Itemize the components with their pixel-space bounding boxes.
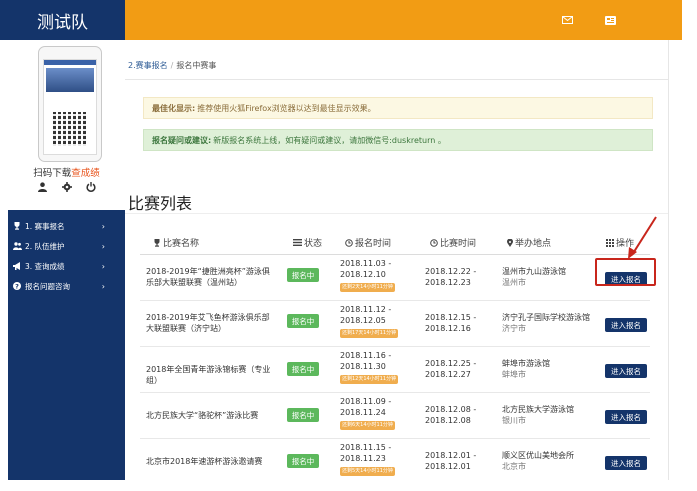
breadcrumb-event-registration[interactable]: 2.赛事报名	[128, 61, 168, 70]
gear-icon[interactable]	[61, 181, 73, 193]
chevron-right-icon: ›	[101, 242, 105, 251]
enter-registration-button[interactable]: 进入报名	[605, 456, 647, 470]
id-card-icon[interactable]	[590, 0, 630, 40]
competition-name: 2018年全国青年游泳锦标赛（专业组）	[146, 365, 271, 385]
users-icon	[12, 241, 22, 251]
registration-time: 2018.11.12 - 2018.12.05 还剩17天14小时11分钟	[340, 305, 399, 338]
main-content: 2.赛事报名 / 报名中赛事 最佳化显示: 推荐使用火狐Firefox浏览器以达到最佳…	[125, 40, 668, 480]
header-name: 比赛名称	[153, 236, 199, 249]
venue: 温州市九山游泳馆 温州市	[502, 267, 566, 287]
trophy-icon	[154, 238, 160, 247]
venue: 顺义区优山美地会所 北京市	[502, 451, 574, 471]
header-venue: 举办地点	[507, 236, 551, 249]
remaining-time-badge: 还剩12天14小时11分钟	[340, 375, 399, 384]
remaining-time-badge: 还剩2天14小时11分钟	[340, 283, 395, 292]
status-badge: 报名中	[287, 408, 319, 422]
svg-text:?: ?	[15, 282, 19, 290]
competition-name: 2018-2019年艾飞鱼杯游泳俱乐部大联盟联赛（济宁站）	[146, 313, 270, 333]
breadcrumb-current: 报名中赛事	[176, 61, 217, 70]
sidebar-item-event-registration[interactable]: 1. 赛事报名 ›	[8, 216, 125, 236]
status-badge: 报名中	[287, 362, 319, 376]
status-badge: 报名中	[287, 314, 319, 328]
trophy-icon	[12, 221, 22, 231]
sidebar: 扫码下载查成绩 1. 赛事报名 › 2. 队伍维护 › 3. 查询成绩 › ? …	[8, 40, 125, 480]
table-row: 北方民族大学“骆驼杯”游泳比赛 报名中 2018.11.09 - 2018.11…	[140, 393, 650, 439]
profile-actions	[8, 181, 125, 193]
registration-time: 2018.11.09 - 2018.11.24 还剩6天14小时11分钟	[340, 397, 395, 430]
bullhorn-icon	[12, 261, 22, 271]
table-row: 2018年全国青年游泳锦标赛（专业组） 报名中 2018.11.16 - 201…	[140, 347, 650, 393]
venue: 北方民族大学游泳馆 银川市	[502, 405, 574, 425]
chevron-right-icon: ›	[101, 282, 105, 291]
profile-panel: 扫码下载查成绩	[8, 40, 125, 210]
sidebar-item-team-maintenance[interactable]: 2. 队伍维护 ›	[8, 236, 125, 256]
scan-highlight-link[interactable]: 查成绩	[71, 168, 100, 179]
match-time: 2018.12.15 - 2018.12.16	[425, 313, 477, 333]
remaining-time-badge: 还剩17天14小时11分钟	[340, 329, 399, 338]
browser-tip-alert: 最佳化显示: 推荐使用火狐Firefox浏览器以达到最佳显示效果。	[143, 97, 653, 119]
table-row: 2018-2019年艾飞鱼杯游泳俱乐部大联盟联赛（济宁站） 报名中 2018.1…	[140, 301, 650, 347]
breadcrumb: 2.赛事报名 / 报名中赛事	[128, 61, 217, 70]
table-row: 2018-2019年“捷胜洲亮杯”游泳俱乐部大联盟联赛（温州站） 报名中 201…	[140, 255, 650, 301]
header-status: 状态	[293, 236, 322, 249]
user-icon[interactable]	[37, 181, 49, 193]
list-icon	[293, 239, 302, 246]
competition-name: 北方民族大学“骆驼杯”游泳比赛	[146, 411, 259, 420]
phone-mockup-image	[38, 46, 102, 162]
enter-registration-button[interactable]: 进入报名	[605, 318, 647, 332]
status-badge: 报名中	[287, 454, 319, 468]
status-badge: 报名中	[287, 268, 319, 282]
clock-icon	[430, 238, 438, 247]
venue: 济宁孔子国际学校游泳馆 济宁市	[502, 313, 590, 333]
match-time: 2018.12.08 - 2018.12.08	[425, 405, 477, 425]
chevron-right-icon: ›	[101, 262, 105, 271]
scan-download-text: 扫码下载查成绩	[33, 168, 100, 179]
clock-icon	[345, 238, 353, 247]
match-time: 2018.12.22 - 2018.12.23	[425, 267, 477, 287]
sidebar-item-query-results[interactable]: 3. 查询成绩 ›	[8, 256, 125, 276]
registration-time: 2018.11.03 - 2018.12.10 还剩2天14小时11分钟	[340, 259, 395, 292]
chevron-right-icon: ›	[101, 222, 105, 231]
header-match-time: 比赛时间	[430, 236, 476, 249]
envelope-icon[interactable]	[547, 0, 587, 40]
table-row: 北京市2018年速游杯游泳邀请赛 报名中 2018.11.15 - 2018.1…	[140, 439, 650, 485]
competition-name: 2018-2019年“捷胜洲亮杯”游泳俱乐部大联盟联赛（温州站）	[146, 267, 270, 287]
header-reg-time: 报名时间	[345, 236, 391, 249]
grid-icon	[606, 238, 614, 247]
enter-registration-button[interactable]: 进入报名	[605, 410, 647, 424]
feedback-info-alert: 报名疑问或建议: 新版报名系统上线，如有疑问或建议，请加微信号:duskretur…	[143, 129, 653, 151]
remaining-time-badge: 还剩5天14小时11分钟	[340, 467, 395, 476]
sidebar-item-registration-help[interactable]: ? 报名问题咨询 ›	[8, 276, 125, 296]
competition-table: 比赛名称 状态 报名时间 比赛时间 举办地点 操作 2018-2019年“捷胜洲…	[125, 213, 668, 480]
map-marker-icon	[507, 238, 513, 247]
match-time: 2018.12.25 - 2018.12.27	[425, 359, 477, 379]
highlight-box	[595, 258, 656, 286]
enter-registration-button[interactable]: 进入报名	[605, 364, 647, 378]
power-icon[interactable]	[85, 181, 97, 193]
venue: 蚌埠市游泳馆 蚌埠市	[502, 359, 550, 379]
registration-time: 2018.11.15 - 2018.11.23 还剩5天14小时11分钟	[340, 443, 395, 476]
question-icon: ?	[12, 281, 22, 291]
annotation-arrow-icon	[628, 216, 657, 259]
remaining-time-badge: 还剩6天14小时11分钟	[340, 421, 395, 430]
competition-name: 北京市2018年速游杯游泳邀请赛	[146, 457, 263, 466]
section-title: 比赛列表	[128, 194, 193, 213]
registration-time: 2018.11.16 - 2018.11.30 还剩12天14小时11分钟	[340, 351, 399, 384]
match-time: 2018.12.01 - 2018.12.01	[425, 451, 477, 471]
sidebar-menu: 1. 赛事报名 › 2. 队伍维护 › 3. 查询成绩 › ? 报名问题咨询 ›	[8, 216, 125, 296]
app-root: 测试队 扫码下载查成绩 1. 赛事报名 › 2. 队伍维护 › 3. 查询成绩 …	[0, 0, 697, 491]
top-bar: 测试队	[0, 0, 682, 40]
brand-title[interactable]: 测试队	[0, 0, 125, 40]
